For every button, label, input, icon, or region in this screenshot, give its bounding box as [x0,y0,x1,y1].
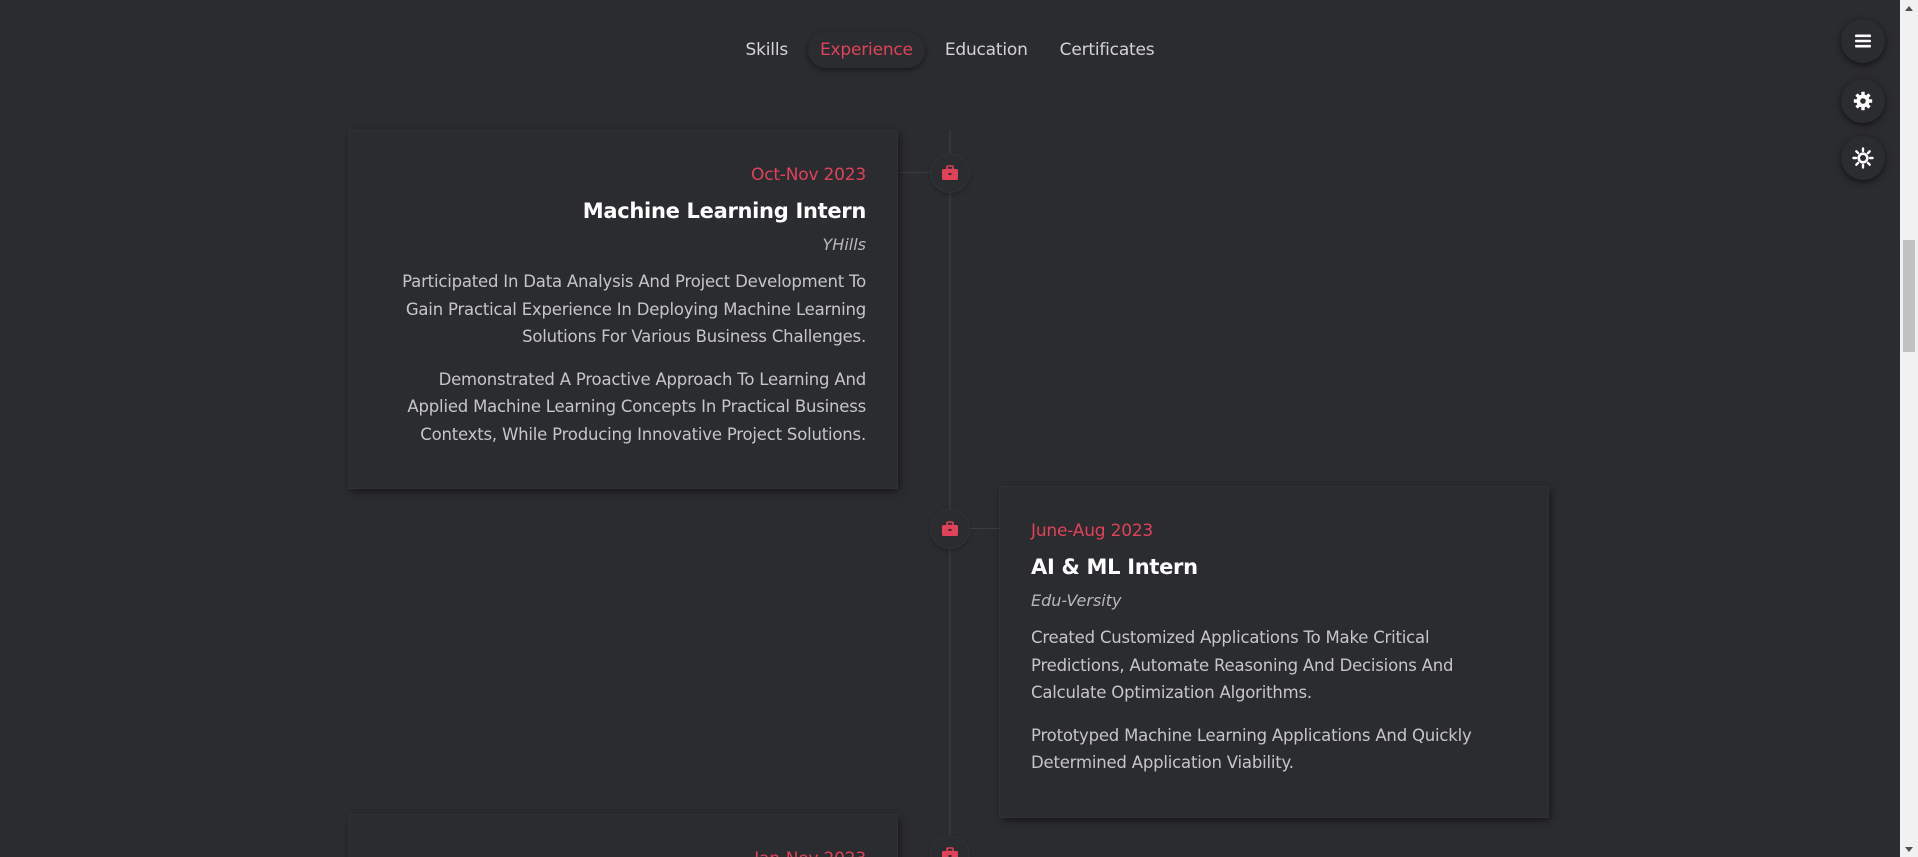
scroll-down-arrow[interactable] [1903,843,1915,855]
experience-card: Oct-Nov 2023 Machine Learning Intern YHi… [349,131,897,488]
experience-description: Participated In Data Analysis And Projec… [402,272,866,346]
theme-sun-icon [1852,147,1874,169]
experience-date: June-Aug 2023 [1031,521,1154,541]
settings-button[interactable] [1841,79,1885,123]
experience-company: Edu-Versity [1031,591,1122,610]
experience-role: AI & ML Intern [1031,555,1198,579]
timeline-line [949,130,951,857]
tab-experience[interactable]: Experience [808,32,925,68]
tab-skills[interactable]: Skills [734,32,800,68]
scrollbar-thumb[interactable] [1903,240,1915,352]
chevron-down-icon [1905,846,1913,852]
tab-certificates[interactable]: Certificates [1048,32,1167,68]
experience-date: Oct-Nov 2023 [751,165,866,185]
gear-icon [1853,91,1873,111]
menu-icon [1855,34,1871,48]
experience-description: Demonstrated A Proactive Approach To Lea… [407,369,866,444]
briefcase-icon [942,521,958,536]
briefcase-icon [942,847,958,857]
chevron-up-icon [1905,5,1913,11]
page-scrollbar[interactable] [1900,0,1918,857]
experience-role: Machine Learning Intern [582,199,867,223]
timeline-connector [969,528,1000,529]
section-tabs: Skills Experience Education Certificates [0,32,1900,68]
experience-description: Created Customized Applications To Make … [1031,628,1454,702]
briefcase-icon [942,165,958,180]
menu-button[interactable] [1841,19,1885,63]
timeline-marker [931,510,969,548]
tab-education[interactable]: Education [933,32,1040,68]
experience-card: Jan-Nov 2023 [349,815,897,857]
experience-date: Jan-Nov 2023 [380,849,866,857]
timeline-connector [897,172,931,173]
experience-company: YHills [822,235,866,254]
timeline-marker [931,154,969,192]
timeline-marker [931,836,969,857]
experience-card: June-Aug 2023 AI & ML Intern Edu-Versity… [1000,487,1548,817]
theme-toggle-button[interactable] [1841,136,1885,180]
experience-description: Prototyped Machine Learning Applications… [1031,725,1472,773]
scroll-up-arrow[interactable] [1903,2,1915,14]
